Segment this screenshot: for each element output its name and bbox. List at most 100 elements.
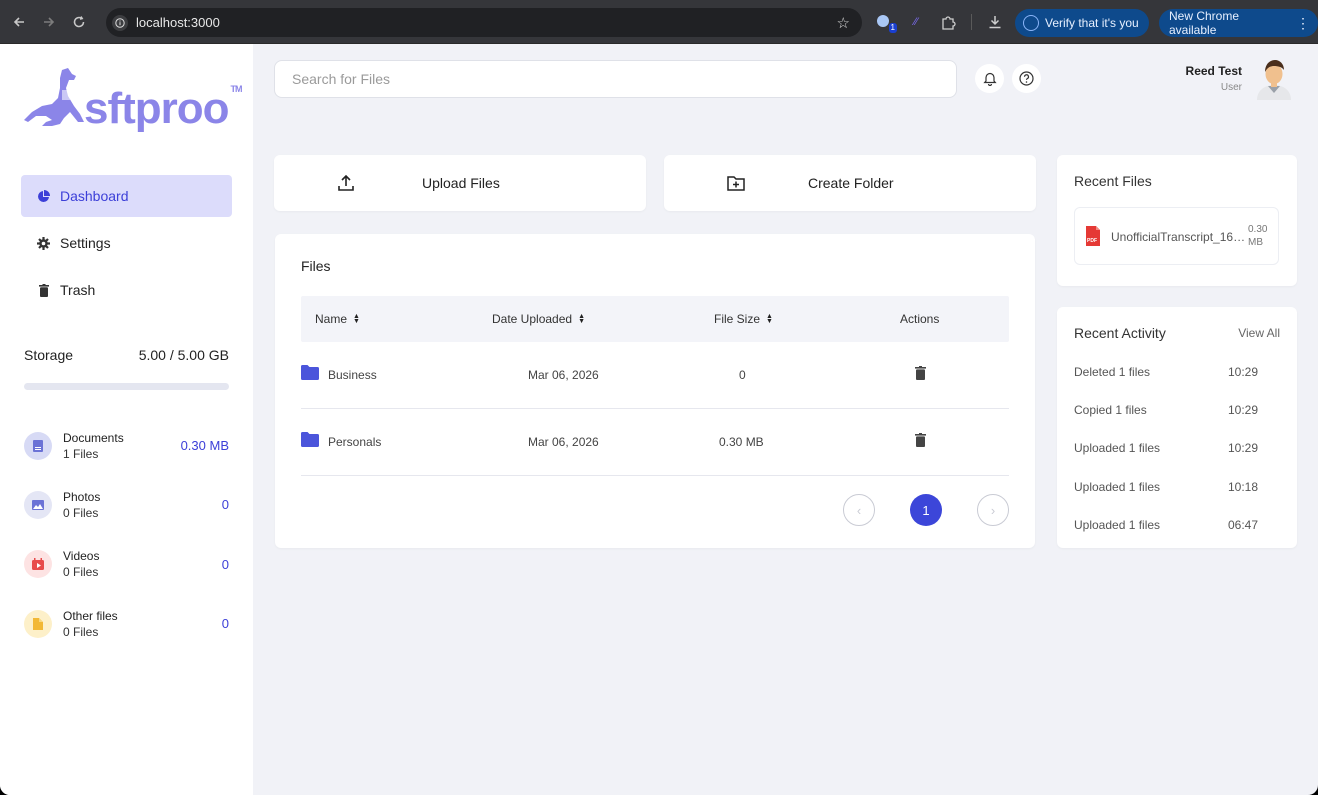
- recent-activity-panel: Recent Activity View All Deleted 1 files…: [1057, 307, 1297, 548]
- activity-item: Uploaded 1 files 10:29: [1074, 441, 1259, 455]
- activity-time: 10:18: [1228, 480, 1259, 494]
- activity-item: Deleted 1 files 10:29: [1074, 365, 1259, 379]
- sort-icon[interactable]: ▲ ▼: [766, 313, 773, 325]
- column-date-uploaded[interactable]: Date Uploaded ▲ ▼: [492, 312, 585, 326]
- app-window: sftproo TM Dashboard Settings Trash Stor…: [0, 44, 1318, 795]
- file-name[interactable]: Personals: [328, 435, 381, 449]
- upload-files-button[interactable]: Upload Files: [274, 155, 646, 211]
- sidebar-item-label: Settings: [60, 235, 111, 251]
- puzzle-icon[interactable]: [939, 13, 957, 31]
- upload-icon: [338, 174, 354, 191]
- file-size: 0: [739, 368, 746, 382]
- storage-summary: Storage 5.00 / 5.00 GB: [24, 347, 229, 390]
- sidebar-item-label: Trash: [60, 282, 96, 298]
- category-size: 0.30 MB: [180, 438, 229, 454]
- recent-files-title: Recent Files: [1074, 173, 1152, 189]
- chrome-update-button[interactable]: New Chrome available ⋮: [1159, 9, 1318, 37]
- view-all-link[interactable]: View All: [1238, 326, 1280, 340]
- activity-time: 06:47: [1228, 518, 1259, 532]
- extension-2-icon[interactable]: ⁄⁄: [907, 13, 925, 31]
- browser-toolbar: localhost:3000 ☆ 1 ⁄⁄ Verify that it's y…: [0, 0, 1318, 44]
- recent-files-panel: Recent Files PDF UnofficialTranscript_16…: [1057, 155, 1297, 286]
- user-info[interactable]: Reed Test User: [1150, 64, 1242, 93]
- category-count: 0 Files: [63, 565, 99, 580]
- address-bar[interactable]: localhost:3000 ☆: [106, 8, 862, 37]
- table-header: Name ▲ ▼ Date Uploaded ▲ ▼ File Size ▲ ▼ Ac…: [301, 296, 1009, 342]
- gear-icon: [37, 236, 50, 250]
- reload-button[interactable]: [68, 11, 90, 33]
- category-count: 0 Files: [63, 505, 99, 520]
- sidebar-item-dashboard[interactable]: Dashboard: [21, 175, 232, 217]
- image-icon: [24, 490, 52, 519]
- activity-item: Uploaded 1 files 10:18: [1074, 480, 1259, 494]
- create-folder-label: Create Folder: [808, 175, 894, 191]
- sidebar: sftproo TM Dashboard Settings Trash Stor…: [0, 44, 253, 795]
- category-videos[interactable]: Videos 0 Files 0: [24, 535, 229, 594]
- user-role: User: [1220, 82, 1242, 93]
- recent-file-name: UnofficialTranscript_169...: [1111, 230, 1248, 244]
- download-icon[interactable]: [986, 13, 1004, 31]
- user-name: Reed Test: [1185, 64, 1242, 78]
- site-info-icon[interactable]: [112, 14, 128, 31]
- column-actions: Actions: [900, 312, 940, 326]
- kebab-menu-icon[interactable]: ⋮: [1296, 15, 1310, 32]
- delete-icon[interactable]: [915, 433, 926, 447]
- help-icon: [1019, 71, 1034, 86]
- activity-time: 10:29: [1228, 365, 1259, 379]
- storage-value: 5.00 / 5.00 GB: [138, 347, 229, 363]
- column-file-size[interactable]: File Size ▲ ▼: [714, 312, 773, 326]
- sort-icon[interactable]: ▲ ▼: [578, 313, 585, 325]
- file-date: Mar 06, 2026: [528, 368, 599, 382]
- arrow-right-icon: [44, 16, 55, 27]
- category-count: 1 Files: [63, 446, 99, 461]
- previous-page-button[interactable]: ‹: [843, 494, 875, 526]
- column-name[interactable]: Name ▲ ▼: [315, 312, 360, 326]
- logo-text: sftproo TM: [84, 84, 243, 133]
- kangaroo-logo-icon: [24, 68, 84, 126]
- recent-file-item[interactable]: PDF UnofficialTranscript_169... 0.30 MB: [1074, 207, 1279, 265]
- delete-icon[interactable]: [915, 366, 926, 380]
- sidebar-item-trash[interactable]: Trash: [21, 269, 232, 311]
- category-size: 0: [221, 556, 229, 572]
- recent-file-size: 0.30 MB: [1248, 224, 1268, 248]
- pie-chart-icon: [37, 189, 50, 203]
- category-name: Photos: [63, 489, 101, 504]
- search-input[interactable]: [274, 60, 957, 98]
- table-row[interactable]: Personals Mar 06, 2026 0.30 MB: [301, 409, 1009, 476]
- category-name: Documents: [63, 430, 124, 445]
- reload-icon: [73, 15, 85, 27]
- forward-button[interactable]: [38, 11, 60, 33]
- pdf-icon: PDF: [1086, 226, 1100, 246]
- category-size: 0: [221, 497, 229, 513]
- sort-icon[interactable]: ▲ ▼: [353, 313, 360, 325]
- page-number-button[interactable]: 1: [910, 494, 942, 526]
- video-icon: [24, 550, 52, 579]
- category-other-files[interactable]: Other files 0 Files 0: [24, 594, 229, 653]
- extension-icon[interactable]: 1: [875, 13, 897, 33]
- activity-time: 10:29: [1228, 403, 1259, 417]
- file-name[interactable]: Business: [328, 368, 377, 382]
- verify-label: Verify that it's you: [1045, 16, 1139, 30]
- folder-icon: [301, 432, 319, 447]
- verify-identity-button[interactable]: Verify that it's you: [1015, 9, 1149, 37]
- help-button[interactable]: [1012, 64, 1041, 93]
- chevron-left-icon: ‹: [856, 502, 862, 518]
- notifications-button[interactable]: [975, 64, 1004, 93]
- create-folder-button[interactable]: Create Folder: [664, 155, 1036, 211]
- back-button[interactable]: [8, 11, 30, 33]
- avatar[interactable]: [1253, 56, 1295, 100]
- storage-label: Storage: [24, 347, 74, 363]
- next-page-button[interactable]: ›: [977, 494, 1009, 526]
- update-label: New Chrome available: [1169, 9, 1240, 37]
- category-photos[interactable]: Photos 0 Files 0: [24, 475, 229, 534]
- activity-time: 10:29: [1228, 441, 1259, 455]
- url-text: localhost:3000: [136, 15, 220, 30]
- sidebar-item-label: Dashboard: [60, 188, 129, 204]
- category-documents[interactable]: Documents 1 Files 0.30 MB: [24, 416, 229, 475]
- extensions-area: 1 ⁄⁄: [875, 0, 1004, 44]
- sidebar-item-settings[interactable]: Settings: [21, 222, 232, 264]
- activity-item: Uploaded 1 files 06:47: [1074, 518, 1259, 532]
- table-row[interactable]: Business Mar 06, 2026 0: [301, 342, 1009, 409]
- logo[interactable]: sftproo TM: [22, 66, 243, 133]
- bookmark-star-icon[interactable]: ☆: [837, 14, 850, 32]
